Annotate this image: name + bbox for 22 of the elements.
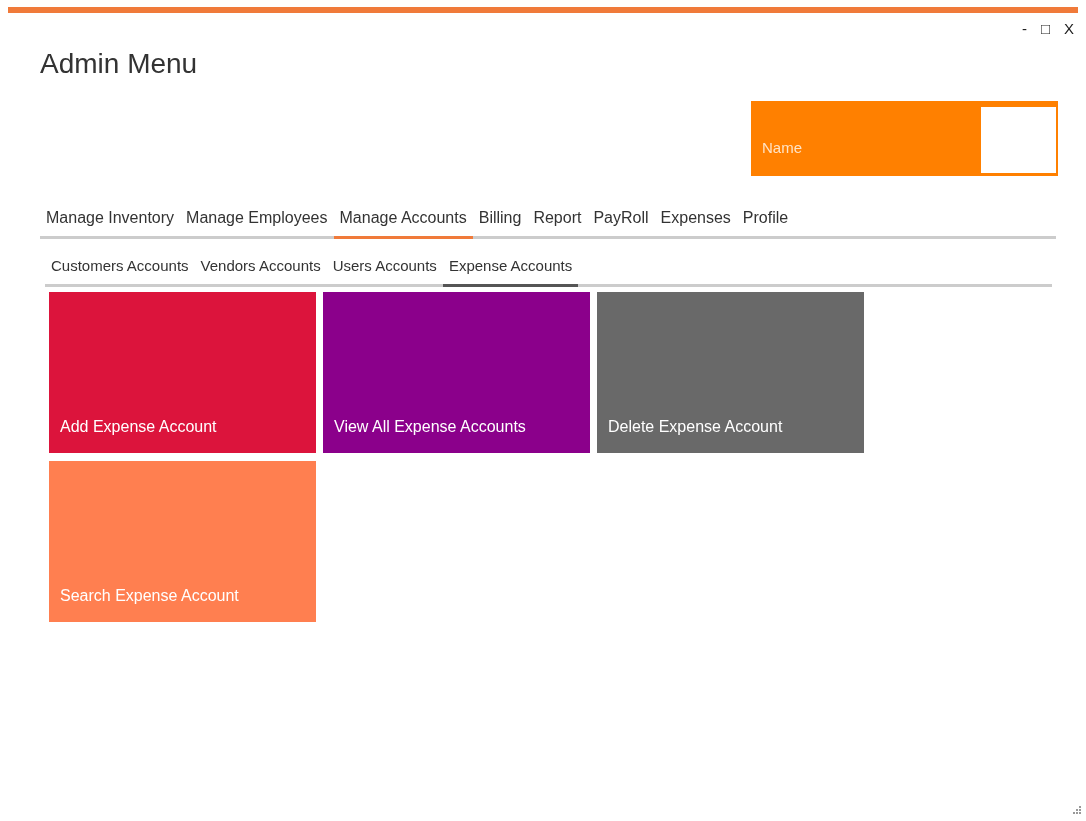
minimize-button[interactable]: - <box>1021 18 1027 41</box>
maximize-button[interactable]: □ <box>1040 18 1050 41</box>
sub-tab[interactable]: Customers Accounts <box>45 253 195 287</box>
window-title: Admin Menu <box>40 47 199 81</box>
tab[interactable]: PayRoll <box>587 204 655 239</box>
close-button[interactable]: X <box>1064 18 1074 41</box>
tab[interactable]: Manage Accounts <box>333 204 473 239</box>
name-label: Name <box>761 137 802 158</box>
tab[interactable]: Billing <box>472 204 528 239</box>
name-field[interactable] <box>981 107 1056 173</box>
sub-tab[interactable]: Users Accounts <box>326 253 443 287</box>
tab[interactable]: Manage Inventory <box>40 204 181 239</box>
tile-button[interactable]: Delete Expense Account <box>597 291 864 453</box>
tab[interactable]: Report <box>527 204 588 239</box>
tab[interactable]: Profile <box>736 204 795 239</box>
tab[interactable]: Manage Employees <box>180 204 334 239</box>
tile-button[interactable]: Add Expense Account <box>49 291 316 453</box>
resize-grip-icon[interactable] <box>1072 805 1082 815</box>
sub-tab[interactable]: Vendors Accounts <box>194 253 327 287</box>
tab[interactable]: Expenses <box>654 204 737 239</box>
sub-tab[interactable]: Expense Accounts <box>442 253 579 287</box>
tile-button[interactable]: View All Expense Accounts <box>323 291 590 453</box>
